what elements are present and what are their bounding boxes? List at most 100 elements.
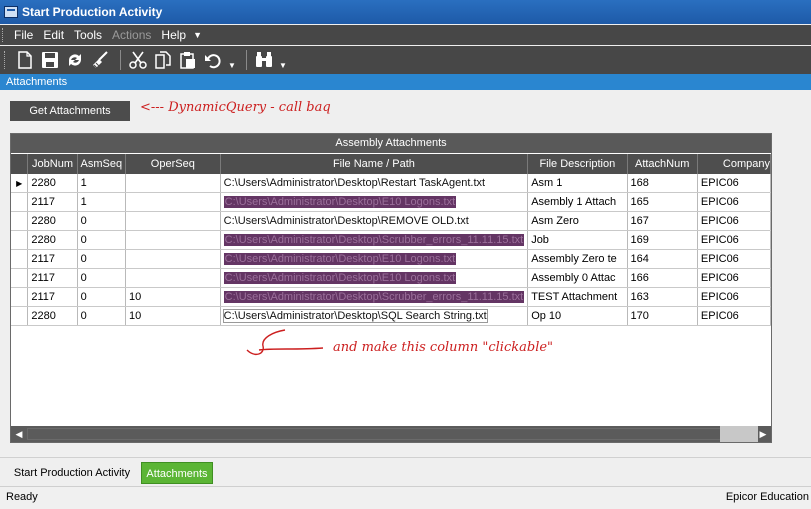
cell-jobnum[interactable]: 2280: [27, 211, 78, 231]
cell-operseq[interactable]: 10: [125, 306, 221, 326]
row-selector[interactable]: ▶: [11, 174, 29, 193]
file-path-link[interactable]: C:\Users\Administrator\Desktop\E10 Logon…: [223, 253, 457, 265]
cell-jobnum[interactable]: 2280: [27, 306, 78, 326]
scrollbar-thumb[interactable]: [27, 428, 721, 440]
cell-file-description[interactable]: Assembly Zero te: [527, 249, 628, 269]
file-path-link[interactable]: C:\Users\Administrator\Desktop\E10 Logon…: [223, 272, 457, 284]
cell-file-description[interactable]: Job: [527, 230, 628, 250]
row-selector[interactable]: [11, 287, 29, 307]
cell-attachnum[interactable]: 164: [627, 249, 698, 269]
cell-operseq[interactable]: [125, 174, 221, 193]
cell-jobnum[interactable]: 2117: [27, 249, 78, 269]
cell-company[interactable]: EPIC06: [697, 268, 771, 288]
scrollbar-track[interactable]: [720, 426, 758, 442]
file-path-link[interactable]: C:\Users\Administrator\Desktop\Scrubber_…: [223, 234, 525, 246]
cell-operseq[interactable]: [125, 249, 221, 269]
cell-jobnum[interactable]: 2280: [27, 230, 78, 250]
horizontal-scrollbar[interactable]: ◀ ▶: [11, 426, 771, 442]
table-row[interactable]: 2280 0 10 C:\Users\Administrator\Desktop\SQ…: [11, 306, 771, 326]
file-path-link[interactable]: C:\Users\Administrator\Desktop\REMOVE OL…: [224, 215, 469, 227]
save-icon[interactable]: [39, 49, 61, 71]
cell-asmseq[interactable]: 1: [77, 192, 126, 212]
cell-operseq[interactable]: 10: [125, 287, 221, 307]
cell-company[interactable]: EPIC06: [697, 287, 771, 307]
search-dropdown-chevron-icon[interactable]: ▼: [278, 49, 288, 71]
column-header-company[interactable]: Company: [697, 154, 771, 174]
cell-asmseq[interactable]: 0: [77, 268, 126, 288]
column-header-operseq[interactable]: OperSeq: [125, 154, 221, 174]
file-path-link[interactable]: C:\Users\Administrator\Desktop\SQL Searc…: [222, 309, 488, 323]
undo-icon[interactable]: [202, 49, 224, 71]
refresh-icon[interactable]: [64, 49, 86, 71]
row-selector[interactable]: [11, 192, 29, 212]
table-row[interactable]: 2280 0 C:\Users\Administrator\Desktop\Scru…: [11, 230, 771, 250]
cell-attachnum[interactable]: 166: [627, 268, 698, 288]
menu-tools[interactable]: Tools: [69, 28, 107, 42]
clear-icon[interactable]: [89, 49, 111, 71]
search-icon[interactable]: [253, 49, 275, 71]
cell-asmseq[interactable]: 0: [77, 211, 126, 231]
cell-attachnum[interactable]: 168: [627, 174, 698, 193]
menu-overflow-chevron-icon[interactable]: ▼: [193, 30, 202, 40]
scroll-left-arrow-icon[interactable]: ◀: [11, 426, 27, 442]
tab-start-production-activity[interactable]: Start Production Activity: [6, 462, 138, 484]
cell-file-name[interactable]: C:\Users\Administrator\Desktop\SQL Searc…: [220, 306, 529, 326]
cell-jobnum[interactable]: 2280: [27, 174, 78, 193]
assembly-attachments-grid[interactable]: Assembly Attachments JobNum AsmSeq OperS…: [10, 133, 772, 443]
table-row[interactable]: ▶ 2280 1 C:\Users\Administrator\Desktop\Res…: [11, 174, 771, 193]
cell-asmseq[interactable]: 0: [77, 287, 126, 307]
cell-file-name[interactable]: C:\Users\Administrator\Desktop\Scrubber_…: [220, 230, 529, 250]
column-header-attachnum[interactable]: AttachNum: [627, 154, 698, 174]
undo-dropdown-chevron-icon[interactable]: ▼: [227, 49, 237, 71]
cell-file-name[interactable]: C:\Users\Administrator\Desktop\E10 Logon…: [220, 192, 529, 212]
table-row[interactable]: 2117 1 C:\Users\Administrator\Desktop\E10 …: [11, 192, 771, 212]
cell-file-description[interactable]: Asm Zero: [527, 211, 628, 231]
toolbar-grip[interactable]: [4, 51, 8, 69]
cell-file-description[interactable]: Assembly 0 Attac: [527, 268, 628, 288]
cut-icon[interactable]: [127, 49, 149, 71]
cell-company[interactable]: EPIC06: [697, 306, 771, 326]
table-row[interactable]: 2117 0 10 C:\Users\Administrator\Desktop\Sc…: [11, 287, 771, 307]
row-selector[interactable]: [11, 249, 29, 269]
menu-grip[interactable]: [2, 28, 6, 42]
cell-file-description[interactable]: Asembly 1 Attach: [527, 192, 628, 212]
cell-file-description[interactable]: Asm 1: [527, 174, 628, 193]
cell-file-name[interactable]: C:\Users\Administrator\Desktop\Restart T…: [220, 174, 529, 193]
cell-attachnum[interactable]: 170: [627, 306, 698, 326]
scroll-right-arrow-icon[interactable]: ▶: [755, 426, 771, 442]
cell-company[interactable]: EPIC06: [697, 249, 771, 269]
cell-file-name[interactable]: C:\Users\Administrator\Desktop\E10 Logon…: [220, 268, 529, 288]
cell-operseq[interactable]: [125, 211, 221, 231]
cell-company[interactable]: EPIC06: [697, 230, 771, 250]
cell-file-name[interactable]: C:\Users\Administrator\Desktop\REMOVE OL…: [220, 211, 529, 231]
get-attachments-button[interactable]: Get Attachments: [10, 101, 130, 121]
column-header-jobnum[interactable]: JobNum: [27, 154, 78, 174]
file-path-link[interactable]: C:\Users\Administrator\Desktop\E10 Logon…: [223, 196, 457, 208]
paste-icon[interactable]: [177, 49, 199, 71]
row-selector[interactable]: [11, 230, 29, 250]
table-row[interactable]: 2117 0 C:\Users\Administrator\Desktop\E10 …: [11, 249, 771, 269]
column-header-asmseq[interactable]: AsmSeq: [77, 154, 126, 174]
column-header-file-name[interactable]: File Name / Path: [220, 154, 529, 174]
cell-file-name[interactable]: C:\Users\Administrator\Desktop\E10 Logon…: [220, 249, 529, 269]
cell-company[interactable]: EPIC06: [697, 192, 771, 212]
cell-attachnum[interactable]: 169: [627, 230, 698, 250]
table-row[interactable]: 2117 0 C:\Users\Administrator\Desktop\E10 …: [11, 268, 771, 288]
cell-operseq[interactable]: [125, 192, 221, 212]
cell-jobnum[interactable]: 2117: [27, 287, 78, 307]
menu-edit[interactable]: Edit: [38, 28, 69, 42]
row-selector[interactable]: [11, 306, 29, 326]
cell-company[interactable]: EPIC06: [697, 211, 771, 231]
new-icon[interactable]: [14, 49, 36, 71]
cell-operseq[interactable]: [125, 268, 221, 288]
file-path-link[interactable]: C:\Users\Administrator\Desktop\Restart T…: [224, 177, 485, 189]
cell-company[interactable]: EPIC06: [697, 174, 771, 193]
cell-attachnum[interactable]: 163: [627, 287, 698, 307]
tab-attachments[interactable]: Attachments: [141, 462, 213, 484]
table-row[interactable]: 2280 0 C:\Users\Administrator\Desktop\REMO…: [11, 211, 771, 231]
cell-attachnum[interactable]: 165: [627, 192, 698, 212]
cell-asmseq[interactable]: 0: [77, 306, 126, 326]
cell-file-name[interactable]: C:\Users\Administrator\Desktop\Scrubber_…: [220, 287, 529, 307]
cell-attachnum[interactable]: 167: [627, 211, 698, 231]
menu-help[interactable]: Help: [156, 28, 191, 42]
